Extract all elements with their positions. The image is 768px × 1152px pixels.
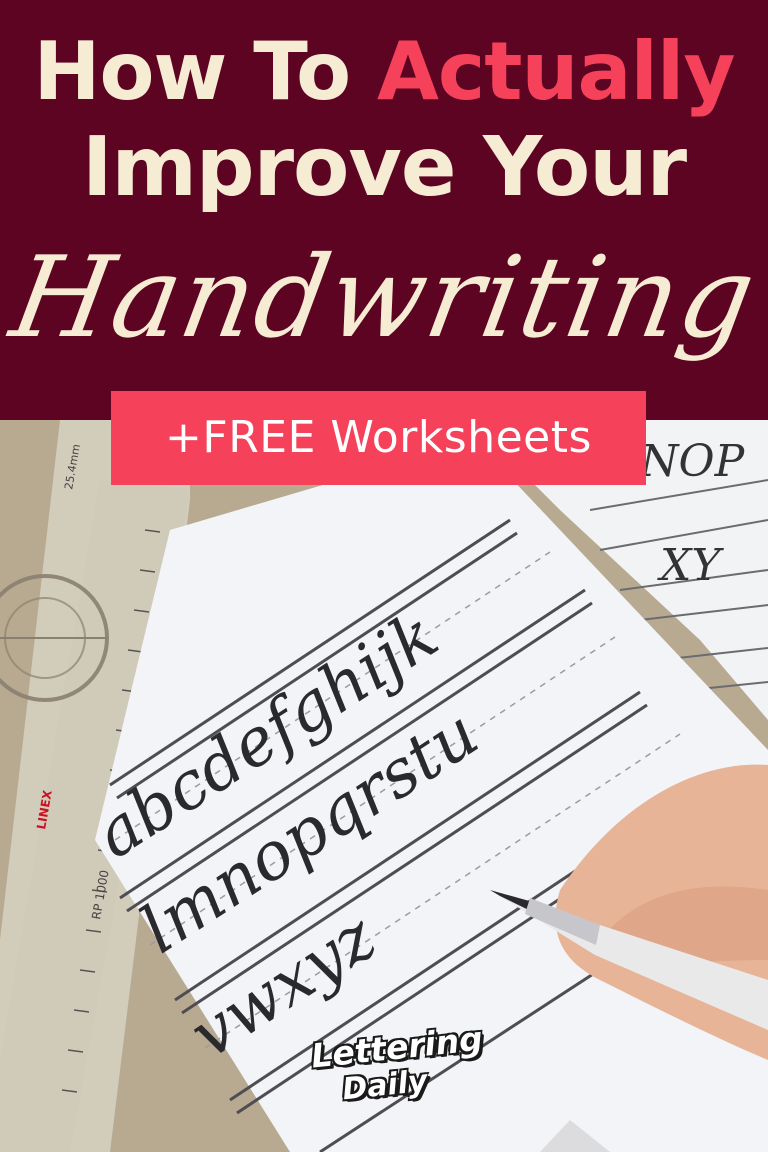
back-sheet-row-2: XY <box>657 540 724 591</box>
title-banner: How To Actually Improve Your Handwriting <box>0 0 768 420</box>
back-sheet-row-1: NOP <box>639 436 746 487</box>
free-worksheets-badge: +FREE Worksheets <box>111 391 646 485</box>
title-handwriting: Handwriting <box>2 233 766 363</box>
lettering-daily-logo: Lettering Daily <box>309 1019 484 1110</box>
title-actually: Actually <box>376 25 736 118</box>
title-line-2: Improve Your <box>81 120 687 215</box>
title-how-to: How To <box>33 25 352 118</box>
title-line-1: How To Actually <box>0 22 768 122</box>
